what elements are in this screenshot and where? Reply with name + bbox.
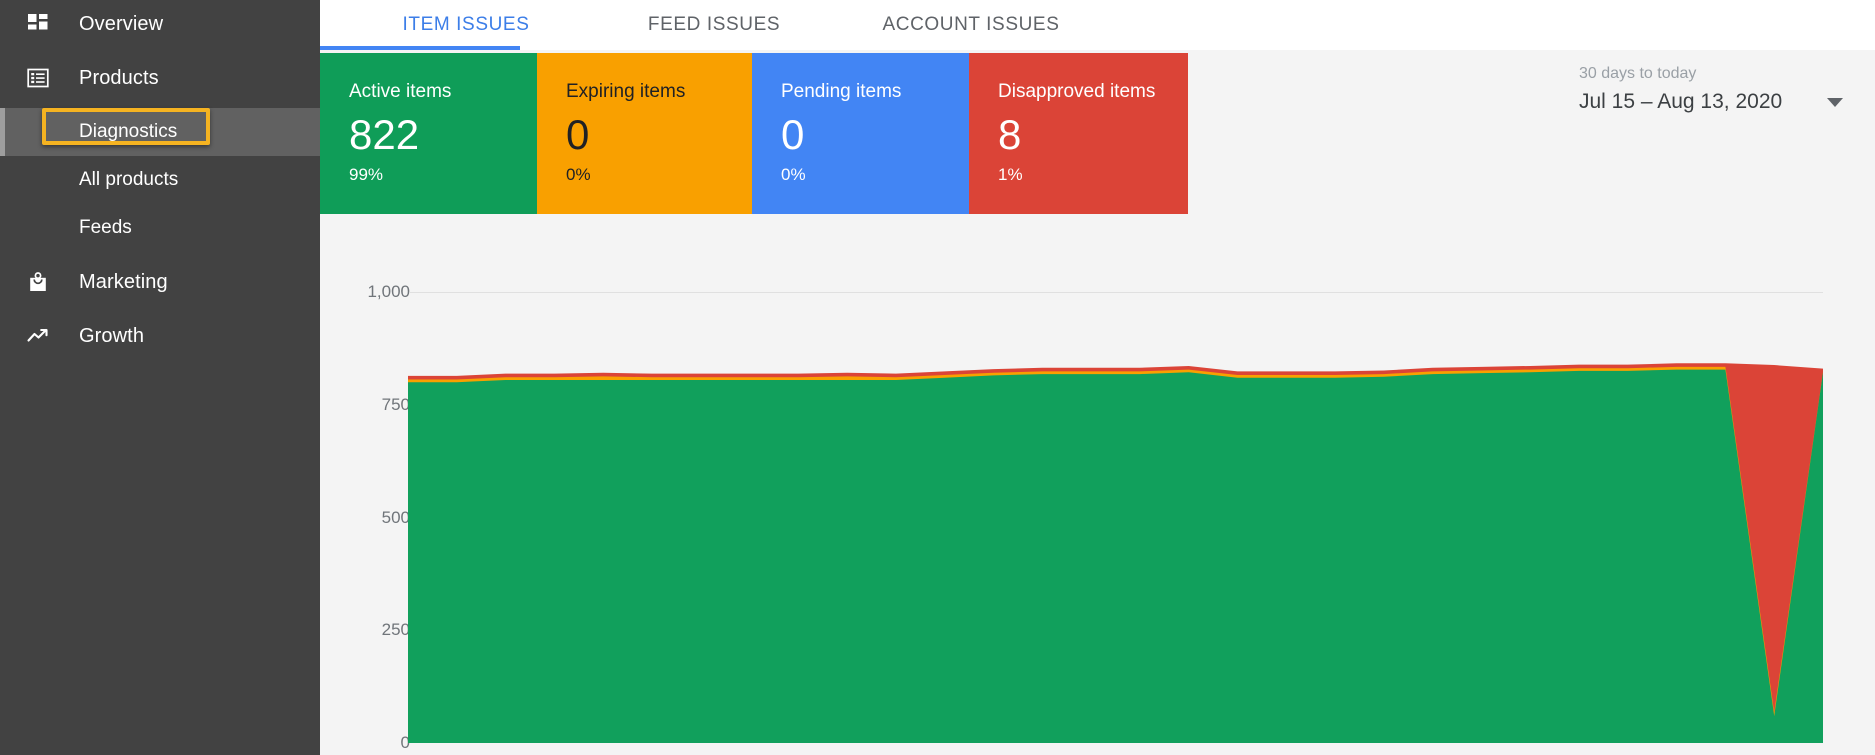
metric-card-value: 0 (781, 110, 969, 160)
metric-card-percent: 0% (566, 165, 752, 185)
metric-card-label: Expiring items (566, 81, 752, 103)
sidebar-item-overview[interactable]: Overview (0, 0, 320, 48)
chart-series-area (408, 214, 1823, 755)
chart-y-tick-label: 750 (382, 395, 410, 415)
metric-card-disapproved-items[interactable]: Disapproved items 8 1% (969, 53, 1188, 214)
sidebar: Overview Products Diagnostics (0, 0, 320, 755)
chart-gridline (410, 292, 1823, 293)
metric-card-percent: 1% (998, 165, 1188, 185)
sidebar-item-label: Overview (79, 13, 163, 36)
date-range-preset: 30 days to today (1561, 64, 1861, 83)
sidebar-item-diagnostics[interactable]: Diagnostics (0, 108, 320, 156)
sidebar-item-label: Feeds (79, 217, 132, 239)
active-tab-indicator (320, 46, 520, 50)
sidebar-item-all-products[interactable]: All products (0, 156, 320, 204)
chart-svg (408, 214, 1823, 755)
metric-card-active-items[interactable]: Active items 822 99% (320, 53, 537, 214)
metric-card-label: Active items (349, 81, 537, 103)
chart-y-tick-label: 250 (382, 620, 410, 640)
diagnostics-page: Overview Products Diagnostics (0, 0, 1875, 755)
sidebar-item-label: Marketing (79, 271, 168, 294)
chart-y-axis: 02505007501,000 (340, 214, 410, 755)
tab-feed-issues[interactable]: FEED ISSUES (614, 0, 814, 50)
shopping-bag-icon (25, 269, 51, 295)
tab-label: ACCOUNT ISSUES (883, 14, 1060, 36)
main-content: ITEM ISSUES FEED ISSUES ACCOUNT ISSUES A… (320, 0, 1875, 755)
chart-plot-region: 02505007501,000 (320, 214, 1875, 755)
tab-bar: ITEM ISSUES FEED ISSUES ACCOUNT ISSUES (320, 0, 1875, 50)
metric-card-expiring-items[interactable]: Expiring items 0 0% (537, 53, 752, 214)
metric-card-pending-items[interactable]: Pending items 0 0% (752, 53, 969, 214)
metric-card-percent: 99% (349, 165, 537, 185)
date-range-row: Jul 15 – Aug 13, 2020 (1561, 89, 1861, 115)
chart-series-active-items (408, 370, 1823, 743)
sidebar-item-feeds[interactable]: Feeds (0, 204, 320, 252)
metric-cards: Active items 822 99% Expiring items 0 0%… (320, 53, 1188, 214)
date-range-value: Jul 15 – Aug 13, 2020 (1579, 89, 1782, 115)
metric-card-value: 0 (566, 110, 752, 160)
sidebar-item-marketing[interactable]: Marketing (0, 258, 320, 306)
sidebar-item-label: Products (79, 67, 159, 90)
sidebar-item-label: Diagnostics (79, 121, 177, 143)
tab-account-issues[interactable]: ACCOUNT ISSUES (856, 0, 1086, 50)
chevron-down-icon[interactable] (1827, 98, 1843, 107)
tab-label: FEED ISSUES (648, 14, 780, 36)
trending-up-icon (25, 323, 51, 349)
tab-item-issues[interactable]: ITEM ISSUES (366, 0, 566, 50)
metric-card-value: 8 (998, 110, 1188, 160)
chart-y-tick-label: 500 (382, 508, 410, 528)
tab-label: ITEM ISSUES (403, 14, 530, 36)
date-range-selector[interactable]: 30 days to today Jul 15 – Aug 13, 2020 (1561, 64, 1861, 126)
sidebar-item-label: Growth (79, 325, 144, 348)
sidebar-item-products[interactable]: Products (0, 54, 320, 102)
metric-card-label: Disapproved items (998, 81, 1188, 103)
products-list-icon (25, 65, 51, 91)
sidebar-item-label: All products (79, 169, 178, 191)
metric-card-label: Pending items (781, 81, 969, 103)
chart-y-tick-label: 1,000 (367, 282, 410, 302)
metric-card-value: 822 (349, 110, 537, 160)
metric-card-percent: 0% (781, 165, 969, 185)
sidebar-item-growth[interactable]: Growth (0, 312, 320, 360)
issues-area-chart[interactable]: 02505007501,000 (320, 214, 1875, 755)
dashboard-icon (25, 11, 51, 37)
